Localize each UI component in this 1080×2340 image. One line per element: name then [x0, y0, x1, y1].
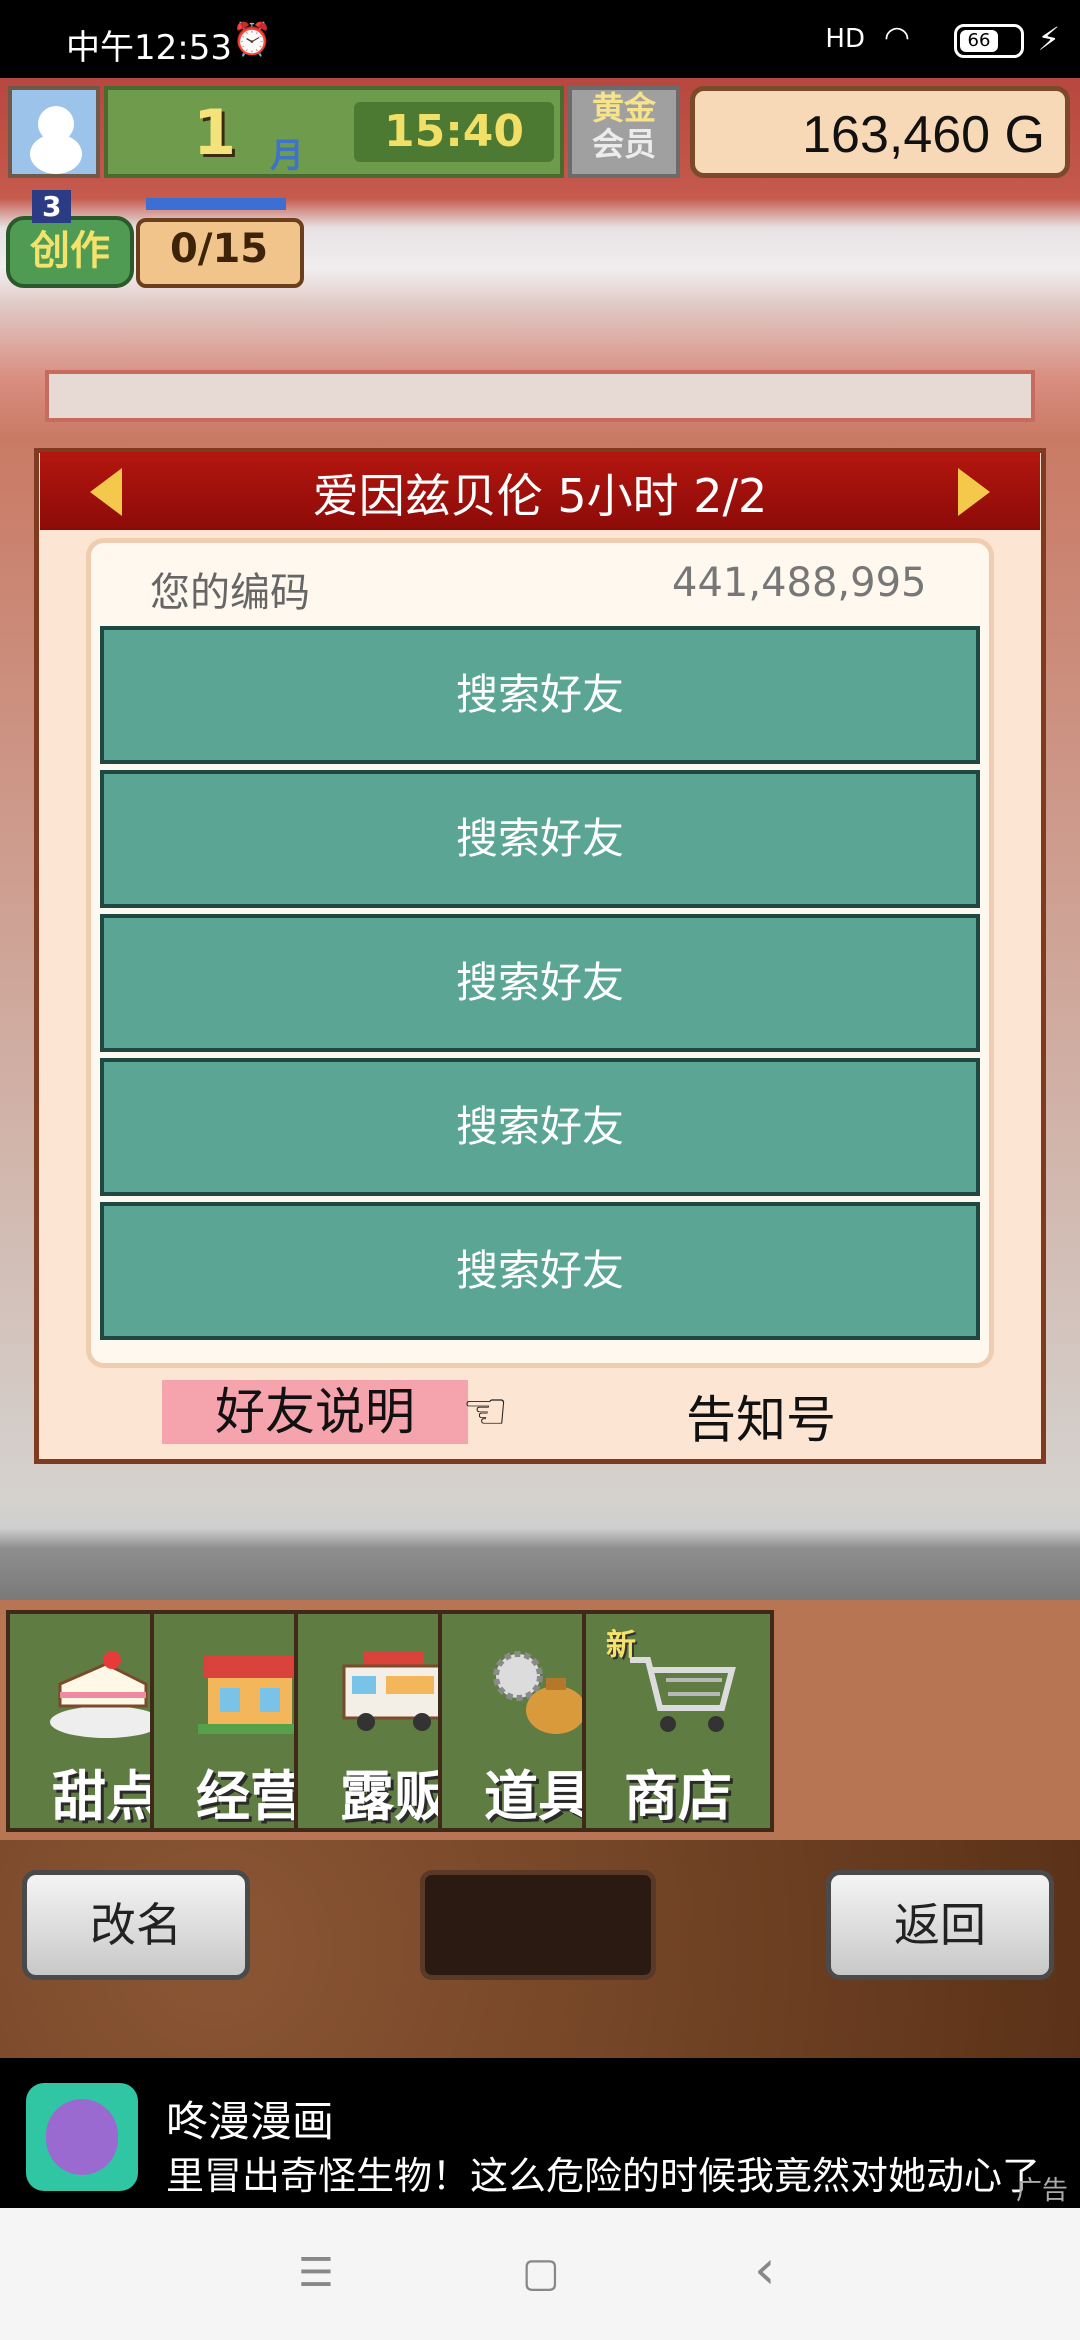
pointing-hand-icon: ☜ — [462, 1382, 509, 1442]
signal-icon: HD — [825, 24, 865, 54]
cake-icon — [50, 1651, 162, 1738]
player-avatar[interactable] — [8, 86, 100, 178]
menu-icon[interactable]: ☰ — [298, 2250, 334, 2296]
creation-panel[interactable]: 创作 3 0/15 — [6, 190, 304, 288]
tab-notice[interactable]: 告知号 — [686, 1380, 836, 1452]
money-panel: 163,460 G — [690, 86, 1070, 178]
snowman-body-icon — [30, 134, 82, 174]
gold-member-badge[interactable]: 黄金 会员 — [568, 86, 680, 178]
rename-button[interactable]: 改名 — [22, 1870, 250, 1980]
search-friend-button-4[interactable]: 搜索好友 — [100, 1058, 980, 1196]
ad-text[interactable]: 里冒出奇怪生物！这么危险的时候我竟然对她动心了！ — [166, 2145, 1046, 2200]
footer-display — [420, 1870, 656, 1980]
status-time: 中午12:53 — [66, 28, 232, 68]
tab-friend-help[interactable]: 好友说明 — [162, 1380, 468, 1444]
wifi-icon: ◠ — [883, 20, 910, 55]
food-truck-icon — [342, 1652, 446, 1731]
search-friend-button-2[interactable]: 搜索好友 — [100, 770, 980, 908]
ad-title[interactable]: 咚漫漫画 — [166, 2088, 334, 2149]
code-label: 您的编码 — [150, 570, 310, 616]
cart-icon — [630, 1657, 736, 1732]
creation-badge: 创作 — [6, 216, 134, 288]
search-friend-button-5[interactable]: 搜索好友 — [100, 1202, 980, 1340]
creation-progress-bar — [146, 198, 286, 210]
date-panel: 1 月 15:40 — [104, 86, 564, 178]
battery-icon: 66 — [954, 24, 1024, 58]
month-number: 1 — [193, 96, 237, 169]
next-arrow-icon[interactable] — [958, 468, 990, 516]
creation-counter: 0/15 — [136, 218, 304, 288]
back-button[interactable]: 返回 — [826, 1870, 1054, 1980]
home-icon[interactable]: ▢ — [522, 2250, 560, 2296]
creation-level: 3 — [32, 190, 72, 223]
monster-face-icon — [46, 2099, 118, 2175]
search-friend-button-1[interactable]: 搜索好友 — [100, 626, 980, 764]
membership-line1: 黄金 — [591, 89, 656, 127]
code-value: 441,488,995 — [672, 560, 927, 606]
ad-app-icon[interactable] — [26, 2083, 138, 2191]
shop-awning — [45, 370, 1035, 422]
money-amount: 163,460 G — [802, 106, 1045, 164]
dialog-title: 爱因兹贝伦 5小时 2/2 — [312, 469, 768, 523]
dialog-header: 爱因兹贝伦 5小时 2/2 — [40, 452, 1040, 530]
alarm-icon: ⏰ — [232, 20, 272, 58]
ad-tag: 广告 — [1016, 2176, 1069, 2206]
back-icon[interactable]: ‹ — [754, 2238, 776, 2301]
menu-label: 商店 — [624, 1765, 732, 1828]
charging-icon: ⚡ — [1037, 20, 1060, 58]
battery-level: 66 — [960, 30, 998, 52]
menu-item-store[interactable]: 新 商店 — [582, 1610, 774, 1832]
status-bar: 中午12:53 ⏰ HD ◠ 66 ⚡ — [0, 0, 1080, 78]
membership-line2: 会员 — [591, 125, 656, 163]
search-friend-button-3[interactable]: 搜索好友 — [100, 914, 980, 1052]
shop-icon — [198, 1656, 302, 1734]
game-clock: 15:40 — [354, 102, 554, 162]
month-label: 月 — [270, 136, 304, 176]
gear-bag-icon — [493, 1651, 586, 1734]
